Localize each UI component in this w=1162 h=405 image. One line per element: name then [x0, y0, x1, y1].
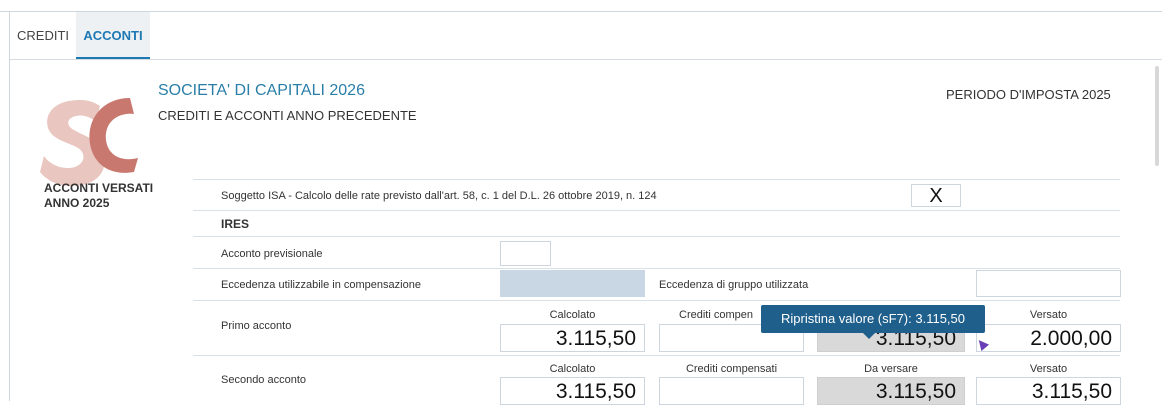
eccedenza-gruppo-field[interactable]	[976, 270, 1121, 297]
tab-divider	[10, 59, 1162, 60]
form-title: SOCIETA' DI CAPITALI 2026	[158, 82, 365, 99]
eccedenza-gruppo-label: Eccedenza di gruppo utilizzata	[659, 279, 809, 291]
col-header-da-versare: Da versare	[864, 363, 918, 375]
acconto-previsionale-label: Acconto previsionale	[221, 248, 323, 260]
isa-label: Soggetto ISA - Calcolo delle rate previs…	[221, 190, 657, 202]
window-left-border	[9, 11, 10, 401]
divider	[193, 210, 1120, 211]
col-header-calcolato: Calcolato	[549, 363, 596, 375]
secondo-versato-value: 3.115,50	[1031, 380, 1112, 403]
divider	[193, 355, 1120, 356]
col-header-versato: Versato	[1029, 309, 1068, 321]
col-header-versato: Versato	[1029, 363, 1068, 375]
secondo-calcolato-value: 3.115,50	[555, 380, 636, 403]
restore-value-tooltip: Ripristina valore (sF7): 3.115,50	[761, 305, 985, 333]
divider	[193, 268, 1120, 269]
divider	[193, 300, 1120, 301]
periodo-imposta: PERIODO D'IMPOSTA 2025	[946, 87, 1111, 102]
acconto-previsionale-field[interactable]	[500, 241, 551, 266]
section-label-line2: ANNO 2025	[44, 196, 110, 210]
eccedenza-field[interactable]	[500, 270, 645, 297]
ires-heading: IRES	[221, 217, 250, 231]
col-header-calcolato: Calcolato	[549, 309, 596, 321]
tab-acconti[interactable]: ACCONTI	[76, 12, 150, 60]
vertical-scrollbar[interactable]	[1155, 66, 1159, 166]
isa-checkbox[interactable]: X	[911, 184, 961, 207]
section-label-line1: ACCONTI VERSATI	[44, 181, 154, 195]
primo-calcolato-value: 3.115,50	[555, 327, 636, 350]
primo-versato-value: 2.000,00	[1030, 327, 1112, 350]
window-top-border	[0, 11, 1162, 12]
form-subtitle: CREDITI E ACCONTI ANNO PRECEDENTE	[158, 108, 417, 123]
sc-logo-icon	[38, 92, 146, 192]
tooltip-arrow	[863, 333, 875, 339]
col-header-crediti: Crediti compensati	[685, 363, 778, 375]
secondo-acconto-label: Secondo acconto	[221, 374, 307, 386]
primo-versato-field[interactable]: 2.000,00	[976, 324, 1121, 352]
eccedenza-label: Eccedenza utilizzabile in compensazione	[221, 279, 421, 291]
section-label: ACCONTI VERSATI ANNO 2025	[44, 181, 153, 211]
divider	[193, 236, 1120, 237]
divider	[193, 179, 1120, 180]
primo-acconto-label: Primo acconto	[221, 320, 292, 332]
primo-calcolato-field[interactable]: 3.115,50	[500, 324, 645, 352]
tab-crediti[interactable]: CREDITI	[10, 12, 76, 60]
col-header-crediti: Crediti compen	[679, 309, 753, 321]
secondo-da-versare-value: 3.115,50	[875, 380, 956, 403]
